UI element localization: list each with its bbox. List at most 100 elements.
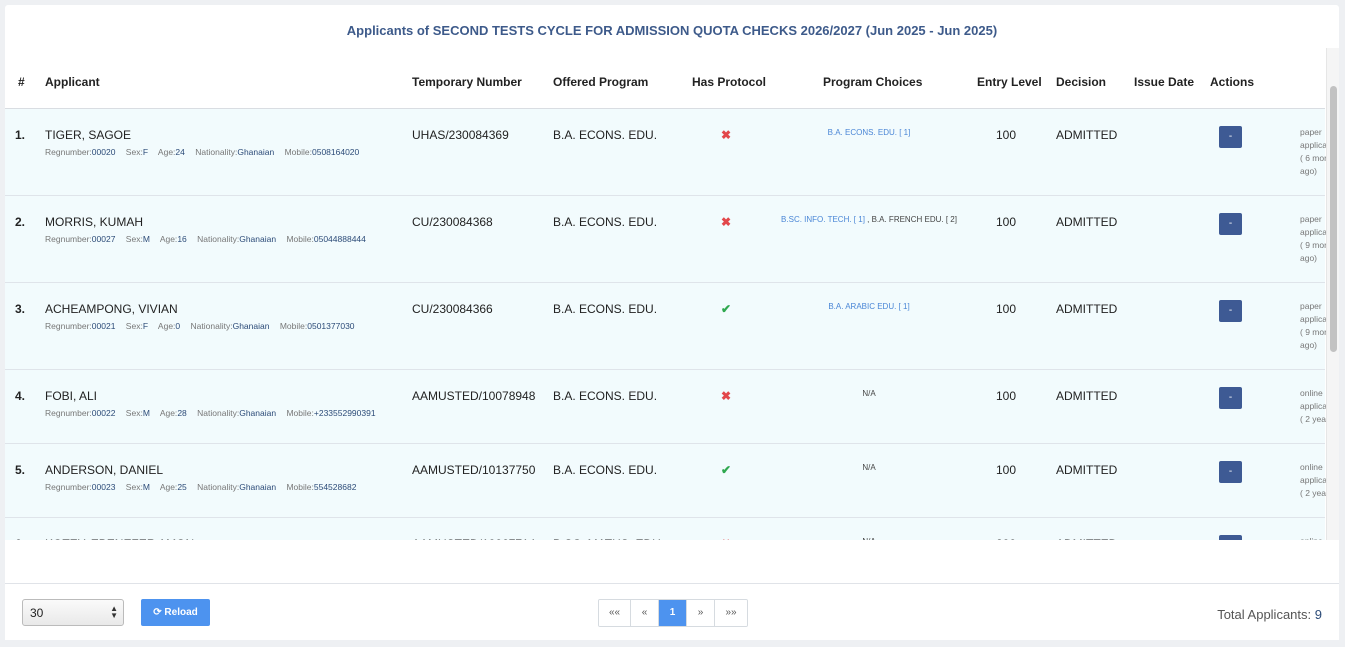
temporary-number: CU/230084368 [412,215,493,229]
table-row[interactable]: 5. ANDERSON, DANIEL Regnumber:00023 Sex:… [5,444,1339,518]
offered-program: B.A. ECONS. EDU. [553,215,658,229]
table-row[interactable]: 4. FOBI, ALI Regnumber:00022 Sex:M Age:2… [5,370,1339,444]
column-decision[interactable]: Decision [1056,75,1106,89]
column-entry-level[interactable]: Entry Level [977,75,1042,89]
mobile-field: Mobile:0508164020 [285,147,360,157]
sex-label: Sex: [125,321,143,331]
applicant-name[interactable]: ACHEAMPONG, VIVIAN [45,302,178,316]
mobile-value: +233552990391 [313,408,376,418]
pagination: «« « 1 » »» [598,599,748,627]
reload-button[interactable]: ⟳ Reload [141,599,210,626]
offered-program: B.A. ECONS. EDU. [553,128,658,142]
select-arrows-icon: ▲ ▼ [110,604,118,620]
nationality-value: Ghanaian [232,321,270,331]
applicant-name[interactable]: TIGER, SAGOE [45,128,131,142]
mobile-field: Mobile:05044888444 [286,234,365,244]
sex-label: Sex: [125,482,143,492]
mobile-field: Mobile:554528682 [286,482,356,492]
age-value: 16 [177,234,187,244]
age-field: Age:0 [158,321,180,331]
page-last-button[interactable]: »» [715,600,747,626]
decision: ADMITTED [1056,463,1118,477]
table-row[interactable]: 6. KOTEY, EBENEZER AMON Regnumber: Sex: … [5,518,1325,540]
check-icon: ✔ [721,302,732,316]
total-value: 9 [1314,607,1322,622]
nationality-field: Nationality:Ghanaian [197,408,276,418]
mobile-value: 05044888444 [313,234,366,244]
row-action-button[interactable]: - [1219,126,1242,148]
table-row[interactable]: 1. TIGER, SAGOE Regnumber:00020 Sex:F Ag… [5,109,1339,196]
regnumber-field: Regnumber:00027 [45,234,115,244]
age-label: Age: [157,147,176,157]
row-number: 3. [15,302,26,316]
row-action-button[interactable]: - [1219,213,1242,235]
page-prev-button[interactable]: « [631,600,659,626]
program-choice-link[interactable]: B.A. ARABIC EDU. [ 1] [828,302,909,311]
sex-field: Sex:M [126,482,150,492]
program-choice-link[interactable]: B.SC. INFO. TECH. [ 1] [781,215,865,224]
row-number: 2. [15,215,26,229]
scrollbar-thumb[interactable] [1330,86,1337,352]
regnumber-label: Regnumber: [45,321,92,331]
column-applicant[interactable]: Applicant [45,75,100,89]
decision: ADMITTED [1056,128,1118,142]
offered-program: B.SC. MATHS. EDU. [553,537,664,540]
age-field: Age:16 [160,234,187,244]
mobile-value: 554528682 [313,482,357,492]
table-row[interactable]: 2. MORRIS, KUMAH Regnumber:00027 Sex:M A… [5,196,1339,283]
page-first-button[interactable]: «« [599,600,631,626]
row-action-button[interactable]: - [1219,387,1242,409]
mobile-label: Mobile: [286,408,314,418]
page-size-value: 30 [30,606,44,620]
mobile-label: Mobile: [279,321,308,331]
regnumber-label: Regnumber: [45,147,92,157]
entry-level: 100 [996,389,1017,403]
program-choice-rest: , B.A. FRENCH EDU. [ 2] [864,215,957,224]
regnumber-field: Regnumber:00021 [45,321,115,331]
refresh-icon: ⟳ [153,607,162,618]
program-choice-link[interactable]: B.A. ECONS. EDU. [ 1] [828,128,911,137]
row-action-button[interactable]: - [1219,535,1242,540]
total-label: Total Applicants: [1217,607,1312,622]
program-choices: B.SC. INFO. TECH. [ 1] , B.A. FRENCH EDU… [774,214,964,226]
regnumber-field: Regnumber:00022 [45,408,115,418]
applicant-name[interactable]: ANDERSON, DANIEL [45,463,163,477]
cross-icon: ✖ [721,128,732,142]
column-has-protocol[interactable]: Has Protocol [692,75,766,89]
applicants-table: # Applicant Temporary Number Offered Pro… [5,48,1339,540]
row-action-button[interactable]: - [1219,300,1242,322]
cross-icon: ✖ [721,537,731,540]
temporary-number: UHAS/230084369 [412,128,509,142]
entry-level: 100 [996,128,1017,142]
temporary-number: CU/230084366 [412,302,493,316]
check-icon: ✔ [721,463,732,477]
applicant-name[interactable]: FOBI, ALI [45,389,97,403]
column-temp-number[interactable]: Temporary Number [412,75,522,89]
applicant-name[interactable]: KOTEY, EBENEZER AMON [45,537,194,540]
page-current-button[interactable]: 1 [659,600,687,626]
mobile-field: Mobile:+233552990391 [286,408,375,418]
page-size-select[interactable]: 30 ▲ ▼ [22,599,124,626]
column-offered-program[interactable]: Offered Program [553,75,648,89]
age-value: 0 [175,321,181,331]
mobile-value: 0501377030 [307,321,355,331]
decision: ADMITTED [1056,537,1117,540]
row-number: 1. [15,128,26,142]
row-action-button[interactable]: - [1219,461,1242,483]
nationality-label: Nationality: [197,482,240,492]
column-program-choices[interactable]: Program Choices [823,75,922,89]
offered-program: B.A. ECONS. EDU. [553,302,658,316]
regnumber-value: 00021 [91,321,116,331]
sex-field: Sex:F [126,147,148,157]
entry-level: 100 [996,302,1017,316]
regnumber-value: 00022 [91,408,116,418]
column-issue-date[interactable]: Issue Date [1134,75,1194,89]
program-choices: N/A [774,462,964,474]
entry-level: 200 [996,537,1016,540]
applicant-name[interactable]: MORRIS, KUMAH [45,215,143,229]
reload-label: Reload [164,607,198,618]
vertical-scrollbar[interactable] [1326,48,1339,540]
table-row[interactable]: 3. ACHEAMPONG, VIVIAN Regnumber:00021 Se… [5,283,1339,370]
temporary-number: AAMUSTED/10067714 [412,537,535,540]
page-next-button[interactable]: » [687,600,715,626]
